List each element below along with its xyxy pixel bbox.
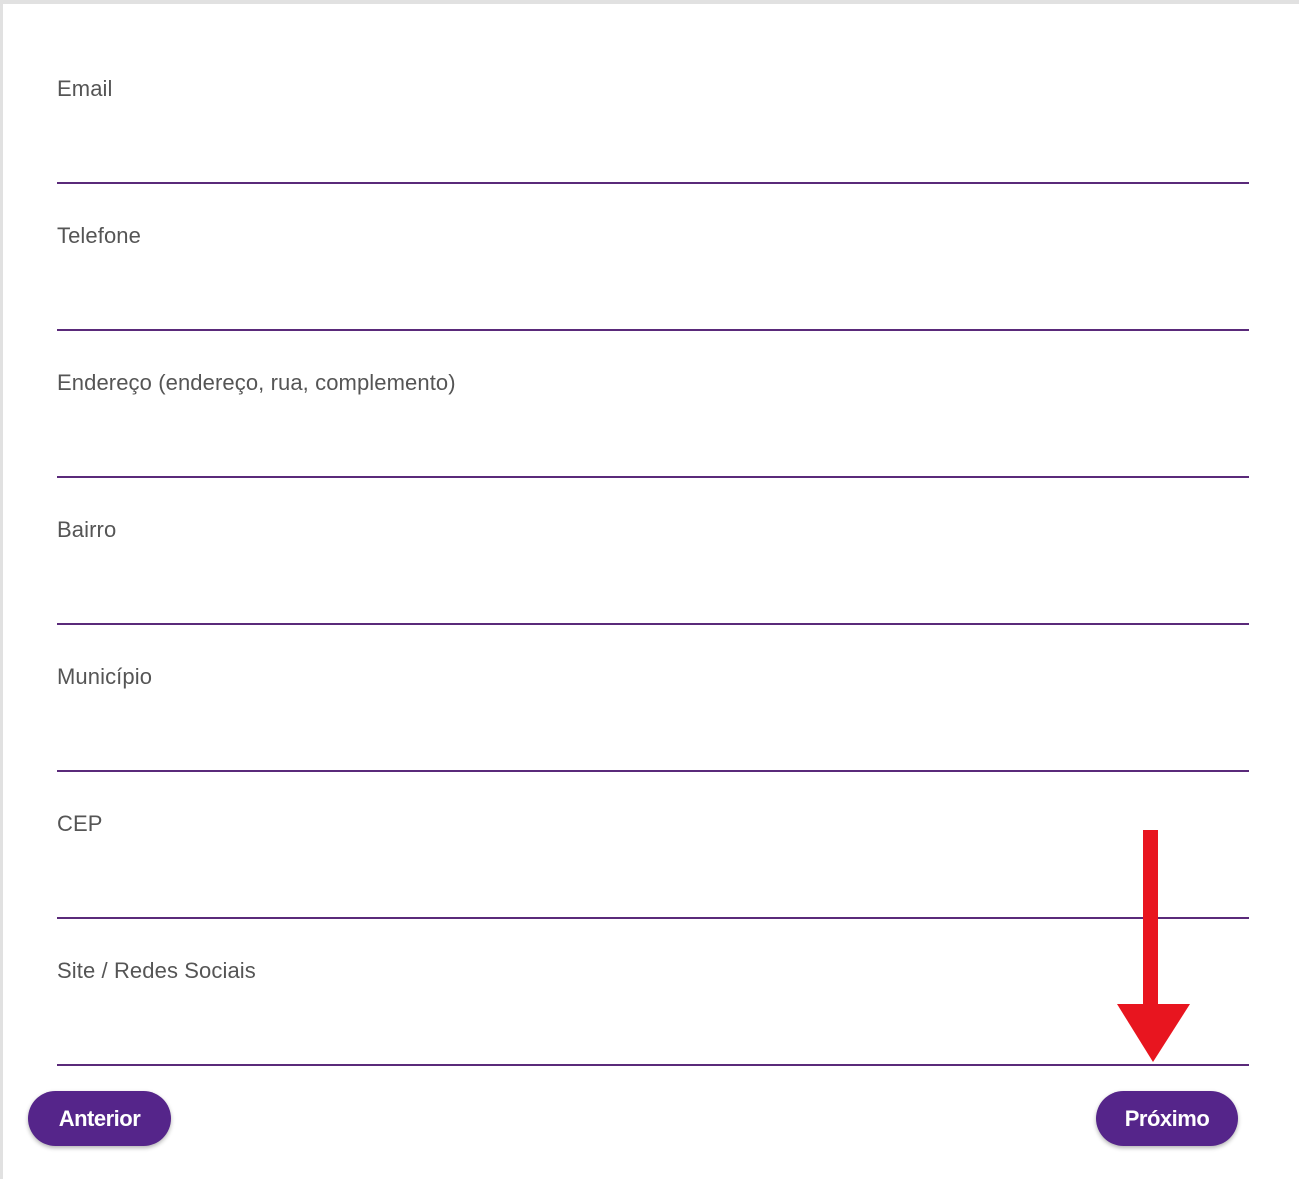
address-label: Endereço (endereço, rua, complemento) — [57, 370, 456, 395]
address-field[interactable] — [57, 410, 1249, 478]
website-field-group: Site / Redes Sociais — [57, 958, 1249, 1105]
address-field-group: Endereço (endereço, rua, complemento) — [57, 370, 1249, 517]
neighborhood-field[interactable] — [57, 557, 1249, 625]
neighborhood-field-group: Bairro — [57, 517, 1249, 664]
previous-button[interactable]: Anterior — [28, 1091, 171, 1146]
phone-label: Telefone — [57, 223, 141, 248]
website-field[interactable] — [57, 998, 1249, 1066]
form-panel: Email Telefone Endereço (endereço, rua, … — [0, 0, 1299, 1179]
city-field-group: Município — [57, 664, 1249, 811]
email-label: Email — [57, 76, 113, 101]
website-label: Site / Redes Sociais — [57, 958, 256, 983]
phone-field[interactable] — [57, 263, 1249, 331]
phone-field-group: Telefone — [57, 223, 1249, 370]
city-label: Município — [57, 664, 153, 689]
email-field[interactable] — [57, 116, 1249, 184]
neighborhood-label: Bairro — [57, 517, 117, 542]
next-button[interactable]: Próximo — [1096, 1091, 1238, 1146]
postal-code-label: CEP — [57, 811, 103, 836]
email-field-group: Email — [57, 76, 1249, 223]
city-field[interactable] — [57, 704, 1249, 772]
postal-code-field[interactable] — [57, 851, 1249, 919]
postal-code-field-group: CEP — [57, 811, 1249, 958]
